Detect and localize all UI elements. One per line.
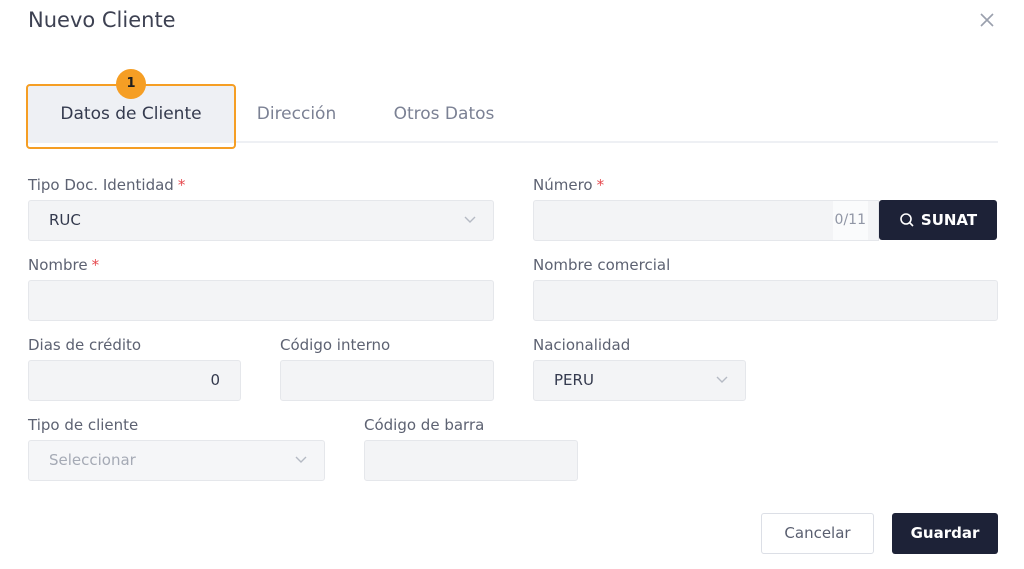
nombre-input[interactable] bbox=[28, 280, 494, 321]
nombre-comercial-input[interactable] bbox=[533, 280, 998, 321]
nacionalidad-value: PERU bbox=[554, 371, 594, 389]
codigo-interno-input[interactable] bbox=[280, 360, 494, 401]
chevron-down-icon bbox=[464, 216, 476, 223]
codigo-barra-input[interactable] bbox=[364, 440, 578, 481]
close-icon[interactable] bbox=[976, 9, 998, 31]
tipo-cliente-placeholder: Seleccionar bbox=[49, 451, 136, 469]
sunat-button-label: SUNAT bbox=[920, 211, 978, 229]
sunat-button[interactable]: SUNAT bbox=[879, 200, 997, 240]
nacionalidad-label: Nacionalidad bbox=[533, 336, 631, 354]
step-badge: 1 bbox=[116, 69, 146, 99]
tipo-doc-select[interactable]: RUC bbox=[28, 200, 494, 241]
dias-credito-label: Dias de crédito bbox=[28, 336, 142, 354]
search-icon bbox=[900, 213, 914, 227]
codigo-interno-label: Código interno bbox=[280, 336, 391, 354]
tab-otros-datos[interactable]: Otros Datos bbox=[359, 86, 529, 142]
tab-bar: Datos de Cliente Dirección Otros Datos bbox=[28, 86, 998, 143]
tipo-cliente-select[interactable]: Seleccionar bbox=[28, 440, 325, 481]
nacionalidad-select[interactable]: PERU bbox=[533, 360, 746, 401]
dias-credito-input[interactable]: 0 bbox=[28, 360, 241, 401]
tipo-cliente-label: Tipo de cliente bbox=[28, 416, 139, 434]
dialog-title: Nuevo Cliente bbox=[28, 8, 176, 32]
cancel-button[interactable]: Cancelar bbox=[761, 513, 874, 554]
numero-label: Número * bbox=[533, 176, 605, 194]
nombre-label: Nombre * bbox=[28, 256, 100, 274]
dias-credito-value: 0 bbox=[210, 371, 220, 389]
save-button[interactable]: Guardar bbox=[892, 513, 998, 554]
nombre-comercial-label: Nombre comercial bbox=[533, 256, 671, 274]
chevron-down-icon bbox=[295, 456, 307, 463]
tipo-doc-label: Tipo Doc. Identidad * bbox=[28, 176, 186, 194]
chevron-down-icon bbox=[716, 376, 728, 383]
tab-direccion[interactable]: Dirección bbox=[234, 86, 359, 142]
codigo-barra-label: Código de barra bbox=[364, 416, 485, 434]
numero-input[interactable]: 0/11 bbox=[533, 200, 879, 241]
tipo-doc-value: RUC bbox=[49, 211, 81, 229]
numero-counter: 0/11 bbox=[832, 201, 868, 240]
